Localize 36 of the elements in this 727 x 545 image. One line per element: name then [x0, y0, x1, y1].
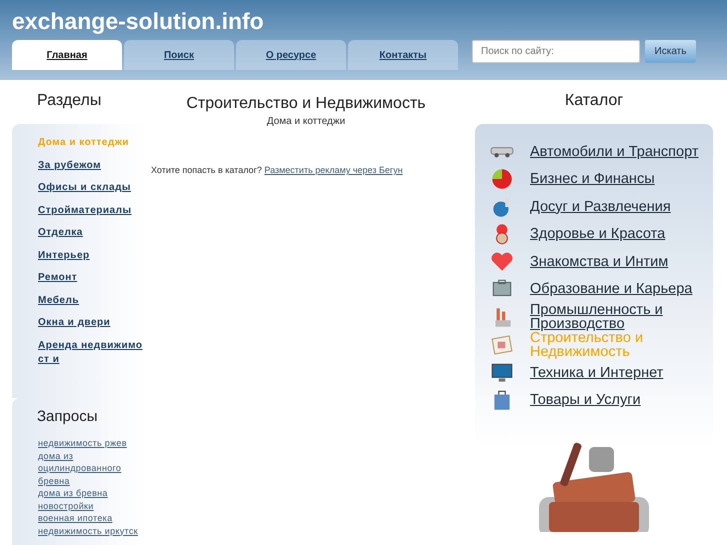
nav-tab[interactable]: Главная: [12, 40, 122, 70]
catalog-link[interactable]: Бизнес и Финансы: [530, 172, 655, 186]
sections-heading: Разделы: [36, 91, 102, 111]
catalog-link[interactable]: Техника и Интернет: [530, 366, 664, 380]
catalog-link[interactable]: Товары и Услуги: [530, 393, 641, 408]
query-link[interactable]: военная ипотека: [38, 512, 146, 524]
search-field[interactable]: Поиск по сайту:: [472, 40, 640, 63]
page-subheading: Дома и коттеджи: [266, 116, 346, 127]
catalog-link[interactable]: Промышленность и Производство: [530, 303, 713, 331]
section-link[interactable]: Аренда недвижимост и: [38, 338, 143, 366]
catalog-link[interactable]: Знакомства и Интим: [530, 254, 668, 269]
nav-tab[interactable]: Поиск: [124, 40, 234, 70]
catalog-link[interactable]: Образование и Карьера: [530, 282, 692, 296]
catalog-link[interactable]: Досуг и Развлечения: [530, 200, 671, 214]
advertise-link[interactable]: Разместить рекламу через Бегун: [264, 165, 403, 175]
catalog-link[interactable]: Здоровье и Красота: [530, 227, 666, 242]
section-link[interactable]: Интерьер: [38, 248, 143, 262]
query-link[interactable]: недвижимость ржев: [38, 437, 146, 450]
section-link[interactable]: Ремонт: [38, 271, 143, 285]
search-button[interactable]: Искать: [645, 40, 696, 63]
nav-tab[interactable]: Контакты: [348, 40, 458, 70]
query-link[interactable]: недвижимость иркутск: [38, 524, 146, 537]
query-link[interactable]: дома из бревна: [38, 487, 146, 500]
page-heading: Строительство и Недвижимость: [186, 95, 426, 113]
catalog-link[interactable]: Автомобили и Транспорт: [530, 144, 698, 159]
section-link[interactable]: За рубежом: [38, 158, 143, 172]
section-link[interactable]: Офисы и склады: [38, 181, 143, 195]
nav-tab[interactable]: О ресурсе: [236, 40, 346, 70]
section-link[interactable]: Окна и двери: [38, 316, 143, 330]
section-link[interactable]: Отделка: [38, 226, 143, 240]
queries-heading: Запросы: [37, 408, 98, 425]
section-link[interactable]: Мебель: [38, 294, 143, 308]
section-link[interactable]: Стройматериалы: [38, 204, 143, 218]
query-link[interactable]: новостройки: [38, 500, 146, 512]
catalog-prompt: Хотите попасть в каталог?: [151, 165, 262, 175]
catalog-heading: Каталог: [564, 91, 624, 111]
